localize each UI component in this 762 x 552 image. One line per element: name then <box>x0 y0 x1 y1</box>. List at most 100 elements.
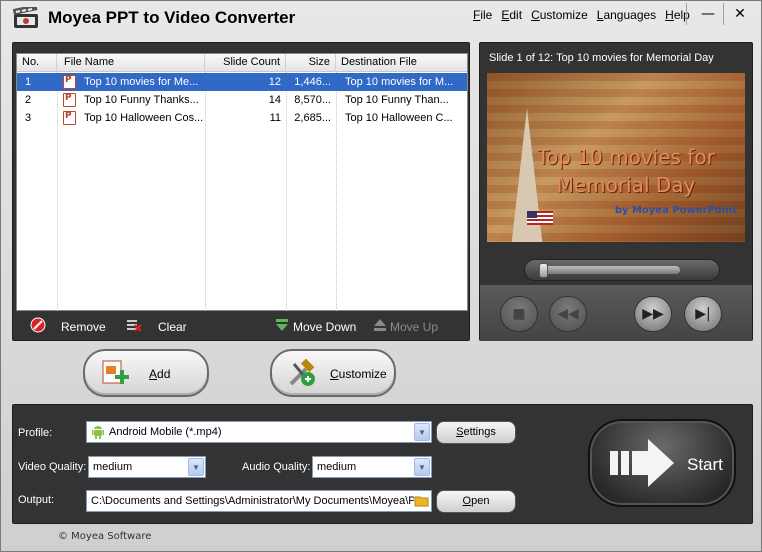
move-up-button[interactable]: Move Up <box>390 318 438 336</box>
slide-count: 12 <box>268 76 281 88</box>
add-button-label: Add <box>149 367 171 381</box>
destination-file: Top 10 movies for M... <box>345 76 454 88</box>
rewind-icon: ◀◀ <box>557 306 579 322</box>
controls-bar: ■ ◀◀ ▶▶ ▶| <box>480 285 752 341</box>
chevron-down-icon[interactable]: ▼ <box>414 423 430 441</box>
slide-count: 14 <box>268 94 281 106</box>
clear-icon <box>127 320 142 332</box>
seek-handle[interactable] <box>539 263 548 278</box>
preview-panel: Slide 1 of 12: Top 10 movies for Memoria… <box>479 42 753 341</box>
file-size: 2,685... <box>294 112 331 124</box>
file-list[interactable]: No. File Name Slide Count Size Destinati… <box>16 53 468 311</box>
list-header: No. File Name Slide Count Size Destinati… <box>17 54 467 72</box>
menu-edit[interactable]: Edit <box>501 8 522 22</box>
app-logo-icon <box>13 7 38 28</box>
row-number: 1 <box>25 76 32 88</box>
close-button[interactable]: ✕ <box>729 4 751 24</box>
stop-icon: ■ <box>512 306 526 322</box>
settings-button[interactable]: Settings <box>436 421 516 444</box>
file-name: Top 10 Halloween Cos... <box>84 112 204 124</box>
move-down-button[interactable]: Move Down <box>293 318 356 336</box>
slide-byline-text: by Moyea PowerPoint <box>614 205 737 216</box>
output-settings-panel: Profile: Android Mobile (*.mp4) ▼ Settin… <box>12 404 753 524</box>
customize-button[interactable]: Customize <box>270 349 396 397</box>
row-number: 3 <box>25 112 32 124</box>
profile-value: Android Mobile (*.mp4) <box>109 426 222 438</box>
flag-graphic <box>527 211 553 225</box>
slide-caption: Slide 1 of 12: Top 10 movies for Memoria… <box>489 52 714 64</box>
menu-languages[interactable]: Languages <box>597 8 656 22</box>
skip-forward-icon: ▶| <box>695 306 711 322</box>
title-bar: Moyea PPT to Video Converter File Edit C… <box>1 1 761 35</box>
table-row[interactable]: 2 Top 10 Funny Thanks... 14 8,570... Top… <box>17 91 467 109</box>
file-name: Top 10 movies for Me... <box>84 76 199 88</box>
list-toolbar: Remove Clear Move Down Move Up <box>13 313 471 339</box>
fast-forward-button[interactable]: ▶▶ <box>634 296 672 332</box>
chevron-down-icon[interactable]: ▼ <box>188 458 204 476</box>
app-window: Moyea PPT to Video Converter File Edit C… <box>0 0 762 552</box>
profile-label: Profile: <box>18 427 53 439</box>
slide-count: 11 <box>269 112 281 124</box>
customize-button-label: Customize <box>330 367 387 381</box>
table-row[interactable]: 3 Top 10 Halloween Cos... 11 2,685... To… <box>17 109 467 127</box>
column-header-size[interactable]: Size <box>286 54 336 72</box>
menu-customize[interactable]: Customize <box>531 8 588 22</box>
clear-button[interactable]: Clear <box>158 318 187 336</box>
fast-forward-icon: ▶▶ <box>642 306 664 322</box>
video-quality-label: Video Quality: <box>18 461 87 473</box>
chevron-down-icon[interactable]: ▼ <box>414 458 430 476</box>
column-header-file-name[interactable]: File Name <box>57 54 205 72</box>
player-controls: ■ ◀◀ ▶▶ ▶| <box>480 251 752 341</box>
start-button[interactable]: Start <box>588 419 736 507</box>
powerpoint-file-icon <box>63 93 76 107</box>
output-path-value: C:\Documents and Settings\Administrator\… <box>91 495 423 507</box>
slide-preview-image: Top 10 movies for Memorial Day by Moyea … <box>487 73 745 242</box>
minimize-button[interactable]: — <box>697 4 719 24</box>
output-label: Output: <box>18 494 55 506</box>
remove-button[interactable]: Remove <box>61 318 106 336</box>
slide-title-text: Top 10 movies for Memorial Day <box>537 145 715 197</box>
title-separator <box>723 3 724 25</box>
audio-quality-select[interactable]: medium ▼ <box>312 456 432 478</box>
file-name: Top 10 Funny Thanks... <box>84 94 199 106</box>
tools-icon <box>289 359 315 386</box>
seek-bar[interactable] <box>524 259 720 281</box>
folder-icon[interactable] <box>414 494 429 507</box>
destination-file: Top 10 Funny Than... <box>345 94 449 106</box>
video-quality-select[interactable]: medium ▼ <box>88 456 206 478</box>
add-file-icon <box>102 360 129 384</box>
add-button[interactable]: Add <box>83 349 209 397</box>
row-number: 2 <box>25 94 32 106</box>
column-header-slide-count[interactable]: Slide Count <box>205 54 286 72</box>
audio-quality-value: medium <box>317 461 357 473</box>
android-icon <box>92 426 104 439</box>
start-button-label: Start <box>687 455 723 474</box>
copyright-text: © Moyea Software <box>58 531 152 542</box>
destination-file: Top 10 Halloween C... <box>345 112 453 124</box>
title-separator <box>686 3 687 25</box>
next-slide-button[interactable]: ▶| <box>684 296 722 332</box>
file-size: 8,570... <box>294 94 331 106</box>
table-row[interactable]: 1 Top 10 movies for Me... 12 1,446... To… <box>17 73 467 91</box>
column-header-destination[interactable]: Destination File <box>336 54 467 72</box>
menu-file[interactable]: File <box>473 8 492 22</box>
menu-bar: File Edit Customize Languages Help <box>473 8 699 22</box>
rewind-button[interactable]: ◀◀ <box>549 296 587 332</box>
column-header-no[interactable]: No. <box>17 54 57 72</box>
output-path-field[interactable]: C:\Documents and Settings\Administrator\… <box>86 490 432 512</box>
file-list-panel: No. File Name Slide Count Size Destinati… <box>12 42 470 341</box>
powerpoint-file-icon <box>63 75 76 89</box>
audio-quality-label: Audio Quality: <box>242 461 311 473</box>
arrow-up-icon <box>374 319 386 331</box>
seek-track <box>540 266 680 274</box>
arrow-down-icon <box>276 319 288 331</box>
powerpoint-file-icon <box>63 111 76 125</box>
stop-button[interactable]: ■ <box>500 296 538 332</box>
remove-icon <box>30 317 46 333</box>
video-quality-value: medium <box>93 461 133 473</box>
window-title: Moyea PPT to Video Converter <box>48 8 296 27</box>
profile-select[interactable]: Android Mobile (*.mp4) ▼ <box>86 421 432 443</box>
start-arrow-icon <box>610 439 674 487</box>
file-size: 1,446... <box>294 76 331 88</box>
open-folder-button[interactable]: Open <box>436 490 516 513</box>
